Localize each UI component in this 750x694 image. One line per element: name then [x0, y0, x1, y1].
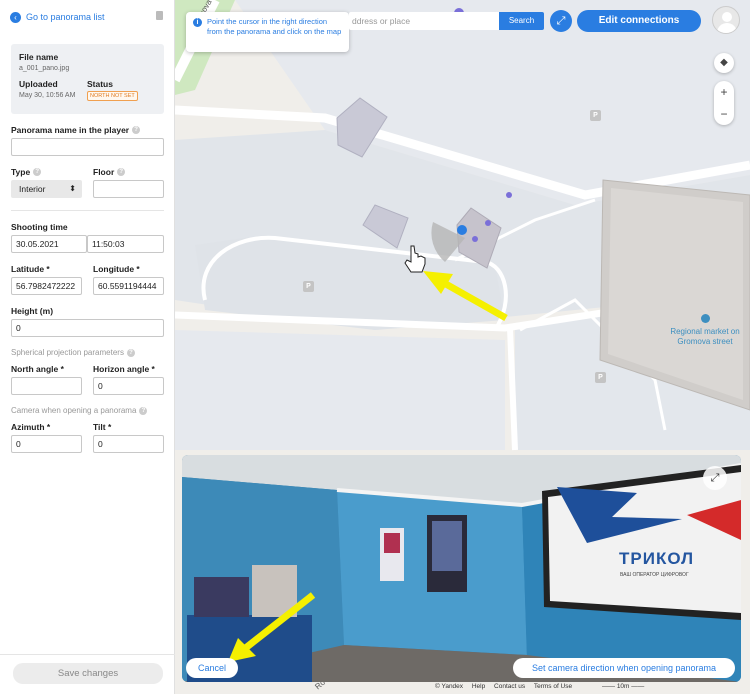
city-block [175, 330, 505, 450]
help-icon[interactable]: ? [33, 168, 42, 176]
terms-link[interactable]: Terms of Use [534, 683, 572, 690]
help-icon[interactable]: ? [139, 406, 148, 415]
spherical-section-label: Spherical projection parameters? [11, 348, 135, 357]
trash-icon[interactable] [156, 11, 163, 20]
floor-label-text: Floor [93, 167, 115, 177]
expand-icon: ⤢ [710, 472, 720, 484]
status-badge: NORTH NOT SET [87, 91, 138, 101]
layers-button[interactable]: ◆ [714, 53, 734, 73]
layers-icon: ◆ [720, 57, 728, 68]
camera-section-label: Camera when opening a panorama? [11, 406, 148, 415]
height-label: Height (m) [11, 306, 54, 316]
divider [0, 654, 175, 655]
poster-image [432, 521, 462, 571]
sort-arrows-icon: ⬍ [69, 184, 76, 193]
zoom-in-button[interactable]: + [714, 81, 734, 103]
panorama-fullscreen-button[interactable]: ⤢ [703, 466, 727, 490]
divider [11, 210, 164, 211]
azimuth-label: Azimuth * [11, 422, 51, 432]
file-info-card: File name a_001_pano.jpg Uploaded May 30… [11, 44, 164, 114]
height-input[interactable]: 0 [11, 319, 164, 337]
type-select[interactable]: Interior ⬍ [11, 180, 82, 198]
zoom-controls: + − [714, 81, 734, 125]
azimuth-input[interactable]: 0 [11, 435, 82, 453]
instruction-tooltip: i Point the cursor in the right directio… [186, 12, 349, 52]
search-button[interactable]: Search [499, 12, 544, 30]
fullscreen-map-button[interactable]: ⤢ [550, 10, 572, 32]
file-name-value: a_001_pano.jpg [19, 65, 70, 72]
longitude-input[interactable]: 60.5591194444 [93, 277, 164, 295]
help-link[interactable]: Help [472, 683, 485, 690]
avatar-body [717, 23, 737, 33]
panorama-point[interactable] [472, 236, 478, 242]
product-box [252, 565, 297, 617]
scale-bar: —— [602, 683, 617, 690]
longitude-label: Longitude * [93, 264, 140, 274]
product-box [194, 577, 249, 617]
type-label: Type? [11, 167, 42, 177]
map-copyright: © Yandex Help Contact us Terms of Use [435, 683, 579, 690]
avatar-head [722, 12, 732, 22]
market-label[interactable]: Regional market on Gromova street [670, 327, 740, 347]
cancel-button[interactable]: Cancel [186, 658, 238, 678]
save-changes-button[interactable]: Save changes [13, 663, 163, 684]
back-to-list-link[interactable]: ‹ Go to panorama list [10, 10, 165, 24]
parking-icon: P [595, 372, 606, 383]
map-scale: —— 10m —— [602, 683, 644, 690]
chevron-left-icon: ‹ [10, 11, 21, 23]
tilt-input[interactable]: 0 [93, 435, 164, 453]
floor-input[interactable] [93, 180, 164, 198]
spherical-label-text: Spherical projection parameters [11, 348, 124, 357]
panorama-name-label-text: Panorama name in the player [11, 125, 130, 135]
tv-brand-text: ТРИКОЛ [619, 549, 695, 568]
panorama-point[interactable] [506, 192, 512, 198]
edit-connections-button[interactable]: Edit connections [577, 10, 701, 32]
north-angle-label: North angle * [11, 364, 64, 374]
copyright-text: © Yandex [435, 683, 464, 690]
info-icon: i [193, 18, 202, 27]
help-icon[interactable]: ? [132, 126, 141, 134]
instruction-text: Point the cursor in the right direction … [207, 17, 342, 36]
road [507, 327, 518, 451]
zoom-out-button[interactable]: − [714, 103, 734, 125]
market-icon[interactable] [701, 314, 710, 323]
scale-label: 10m [616, 683, 630, 690]
tilt-label: Tilt * [93, 422, 112, 432]
file-name-label: File name [19, 52, 59, 62]
panorama-marker[interactable] [457, 225, 467, 235]
panorama-name-label: Panorama name in the player? [11, 125, 141, 135]
horizon-angle-input[interactable]: 0 [93, 377, 164, 395]
shooting-time-input[interactable]: 11:50:03 [87, 235, 164, 253]
status-label: Status [87, 79, 113, 89]
shooting-date-input[interactable]: 30.05.2021 [11, 235, 87, 253]
back-to-list-label: Go to panorama list [26, 12, 105, 22]
expand-icon: ⤢ [556, 15, 566, 27]
contact-link[interactable]: Contact us [494, 683, 525, 690]
type-label-text: Type [11, 167, 31, 177]
help-icon[interactable]: ? [117, 168, 126, 176]
address-search-input[interactable]: ddress or place [349, 12, 499, 30]
type-select-value: Interior [19, 184, 46, 194]
poster-image [384, 533, 400, 553]
parking-icon: P [303, 281, 314, 292]
panorama-settings-sidebar: ‹ Go to panorama list File name a_001_pa… [0, 0, 175, 694]
camera-section-label-text: Camera when opening a panorama [11, 406, 137, 415]
latitude-input[interactable]: 56.7982472222 [11, 277, 82, 295]
panorama-viewer[interactable]: ТРИКОЛ ВАШ ОПЕРАТОР ЦИФРОВОГ [182, 455, 741, 682]
floor-label: Floor? [93, 167, 126, 177]
horizon-angle-label: Horizon angle * [93, 364, 155, 374]
uploaded-value: May 30, 10:56 AM [19, 92, 76, 99]
latitude-label: Latitude * [11, 264, 50, 274]
scale-bar: —— [629, 683, 645, 690]
set-camera-direction-button[interactable]: Set camera direction when opening panora… [513, 658, 735, 678]
north-angle-input[interactable] [11, 377, 82, 395]
help-icon[interactable]: ? [126, 348, 135, 357]
tv-slogan-text: ВАШ ОПЕРАТОР ЦИФРОВОГ [620, 572, 689, 578]
parking-icon: P [590, 110, 601, 121]
user-avatar[interactable] [712, 6, 740, 34]
shooting-time-label: Shooting time [11, 222, 68, 232]
panorama-name-input[interactable] [11, 138, 164, 156]
uploaded-label: Uploaded [19, 79, 58, 89]
panorama-point[interactable] [485, 220, 491, 226]
